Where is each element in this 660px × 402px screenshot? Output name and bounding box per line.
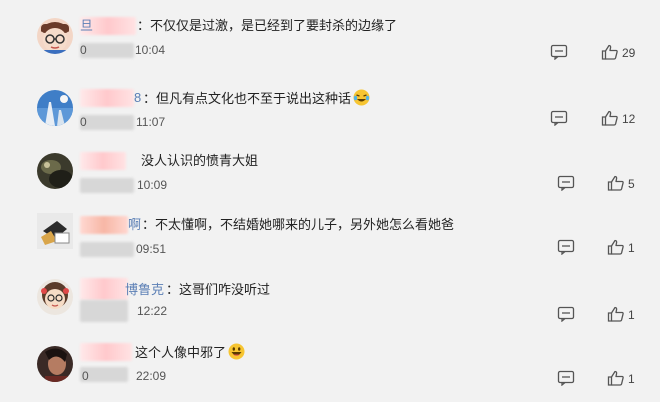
comment-date-prefix: 0 — [80, 43, 87, 57]
username[interactable]: 啊 — [128, 216, 141, 234]
comment-item: 这个人像中邪了 0 22:09 1 — [0, 335, 660, 401]
comment-item: 8 ：但凡有点文化也不至于说出这种话 0 11:07 12 — [0, 76, 660, 142]
comment-icon[interactable] — [557, 239, 575, 256]
like-count: 1 — [628, 308, 635, 322]
username-blurred[interactable] — [80, 216, 128, 234]
dark-photo-avatar[interactable] — [37, 153, 73, 189]
comment-text: ：这哥们咋没听过 — [166, 282, 271, 297]
comment-item: 啊 ：不太懂啊，不结婚她哪来的儿子，另外她怎么看她爸 09:51 1 — [0, 203, 660, 269]
cartoon-girl-avatar[interactable] — [37, 279, 73, 315]
thumbs-up-icon[interactable] — [607, 306, 625, 322]
like-count: 1 — [628, 241, 635, 255]
thumbs-up-icon[interactable] — [601, 110, 619, 126]
comment-time: 10:04 — [135, 43, 166, 57]
date-blurred — [80, 242, 134, 257]
comment-text-content: 这个人像中邪了 — [135, 345, 227, 360]
like-count: 1 — [628, 372, 635, 386]
comment-time: 09:51 — [136, 242, 167, 256]
thumbs-up-icon[interactable] — [607, 370, 625, 386]
username[interactable]: 旦 — [80, 17, 93, 35]
comment-time: 10:09 — [137, 178, 168, 192]
thumbs-up-icon[interactable] — [601, 44, 619, 60]
comment-item: 没人认识的愤青大姐 10:09 5 — [0, 139, 660, 205]
comment-item: 旦 ：不仅仅是过激，是已经到了要封杀的边缘了 0 10:04 29 — [0, 4, 660, 70]
like-count: 12 — [622, 112, 636, 126]
comment-date-prefix: 0 — [82, 369, 89, 383]
username-blurred[interactable] — [80, 343, 132, 361]
date-blurred — [80, 115, 134, 130]
comment-text: 没人认识的愤青大姐 — [141, 153, 259, 168]
comment-text: ：但凡有点文化也不至于说出这种话 — [143, 89, 370, 107]
comment-date-prefix: 0 — [80, 115, 87, 129]
comment-text-content: ：但凡有点文化也不至于说出这种话 — [143, 91, 352, 106]
thumbs-up-icon[interactable] — [607, 175, 625, 191]
username-blurred[interactable] — [80, 89, 134, 107]
date-blurred — [80, 178, 134, 193]
comment-text: ：不太懂啊，不结婚她哪来的儿子，另外她怎么看她爸 — [142, 217, 455, 232]
comment-item: 博鲁克 ：这哥们咋没听过 12:22 1 — [0, 270, 660, 336]
laughing-tears-emoji — [353, 89, 370, 106]
username-blurred[interactable] — [80, 278, 128, 300]
cartoon-character-avatar[interactable] — [37, 213, 73, 249]
grinning-emoji — [228, 343, 245, 360]
username[interactable]: 8 — [134, 89, 141, 107]
like-count: 29 — [622, 46, 636, 60]
date-blurred — [80, 300, 128, 322]
comment-icon[interactable] — [550, 44, 568, 61]
comment-icon[interactable] — [557, 306, 575, 323]
comment-text: ：不仅仅是过激，是已经到了要封杀的边缘了 — [137, 18, 398, 33]
comment-text: 这个人像中邪了 — [135, 343, 245, 361]
cartoon-glasses-boy-avatar[interactable] — [37, 18, 73, 54]
comment-icon[interactable] — [557, 175, 575, 192]
portrait-photo-avatar[interactable] — [37, 346, 73, 382]
like-count: 5 — [628, 177, 635, 191]
date-blurred — [80, 43, 134, 58]
sky-landscape-avatar[interactable] — [37, 90, 73, 126]
thumbs-up-icon[interactable] — [607, 239, 625, 255]
comment-time: 12:22 — [137, 304, 168, 318]
username[interactable]: 博鲁克 — [125, 281, 164, 299]
username-blurred[interactable] — [80, 152, 126, 170]
comment-icon[interactable] — [557, 370, 575, 387]
comment-time: 11:07 — [136, 115, 166, 129]
comment-time: 22:09 — [136, 369, 167, 383]
comment-icon[interactable] — [550, 110, 568, 127]
